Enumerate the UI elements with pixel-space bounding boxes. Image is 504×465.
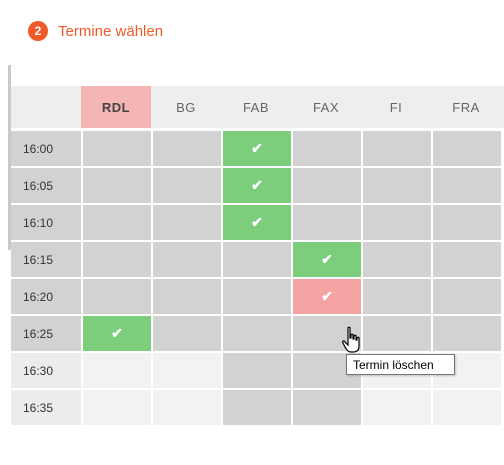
slot-available-fab[interactable] (223, 353, 291, 388)
slot-unavailable-fi (363, 390, 431, 425)
slot-available-fi[interactable] (363, 279, 431, 314)
time-row: 16:25 ✔ (11, 316, 504, 351)
hand-cursor-icon (342, 326, 360, 353)
slot-available-bg[interactable] (153, 279, 221, 314)
column-header-bg[interactable]: BG (151, 86, 221, 128)
slot-available-fi[interactable] (363, 168, 431, 203)
slot-available-fra[interactable] (433, 279, 501, 314)
slot-unavailable-bg (153, 390, 221, 425)
time-row: 16:05 ✔ (11, 168, 504, 203)
time-label: 16:30 (11, 353, 81, 388)
slot-available-fra[interactable] (433, 205, 501, 240)
slot-available-fra[interactable] (433, 131, 501, 166)
step-number-badge: 2 (28, 21, 48, 41)
slot-booked-fab[interactable]: ✔ (223, 205, 291, 240)
slot-unavailable-fra (433, 390, 501, 425)
time-column-header (11, 86, 81, 128)
slot-unavailable-rdl (83, 390, 151, 425)
column-header-fra[interactable]: FRA (431, 86, 501, 128)
slot-available-fi[interactable] (363, 316, 431, 351)
time-row: 16:00 ✔ (11, 131, 504, 166)
slot-available-fab[interactable] (223, 279, 291, 314)
time-label: 16:20 (11, 279, 81, 314)
slot-available-fi[interactable] (363, 242, 431, 277)
slot-unavailable-rdl (83, 353, 151, 388)
slot-available-bg[interactable] (153, 131, 221, 166)
slot-available-rdl[interactable] (83, 131, 151, 166)
time-row: 16:15 ✔ (11, 242, 504, 277)
slot-available-fi[interactable] (363, 205, 431, 240)
column-header-fi[interactable]: FI (361, 86, 431, 128)
slot-available-fab[interactable] (223, 390, 291, 425)
time-row: 16:20 ✔ (11, 279, 504, 314)
slot-unavailable-bg (153, 353, 221, 388)
step-title: Termine wählen (58, 22, 164, 40)
slot-available-fax[interactable] (293, 205, 361, 240)
time-row: 16:10 ✔ (11, 205, 504, 240)
time-label: 16:10 (11, 205, 81, 240)
slot-available-fax[interactable] (293, 131, 361, 166)
column-header-row: RDL BG FAB FAX FI FRA (11, 86, 504, 128)
time-label: 16:35 (11, 390, 81, 425)
slot-available-rdl[interactable] (83, 242, 151, 277)
slot-available-fra[interactable] (433, 168, 501, 203)
step-header: 2 Termine wählen (28, 19, 163, 43)
column-header-fab[interactable]: FAB (221, 86, 291, 128)
slot-booked-rdl[interactable]: ✔ (83, 316, 151, 351)
column-header-fax[interactable]: FAX (291, 86, 361, 128)
time-label: 16:25 (11, 316, 81, 351)
slot-available-fax[interactable] (293, 168, 361, 203)
slot-available-bg[interactable] (153, 316, 221, 351)
delete-tooltip: Termin löschen (346, 354, 455, 375)
slot-delete-hover-fax[interactable]: ✔ (293, 279, 361, 314)
slot-available-bg[interactable] (153, 242, 221, 277)
slot-booked-fax[interactable]: ✔ (293, 242, 361, 277)
slot-booked-fab[interactable]: ✔ (223, 168, 291, 203)
slot-available-fra[interactable] (433, 242, 501, 277)
slot-available-rdl[interactable] (83, 279, 151, 314)
slot-available-rdl[interactable] (83, 205, 151, 240)
slot-booked-fab[interactable]: ✔ (223, 131, 291, 166)
time-label: 16:15 (11, 242, 81, 277)
time-label: 16:05 (11, 168, 81, 203)
column-header-rdl[interactable]: RDL (81, 86, 151, 128)
slot-available-bg[interactable] (153, 168, 221, 203)
slot-available-rdl[interactable] (83, 168, 151, 203)
slot-available-fab[interactable] (223, 242, 291, 277)
time-row: 16:35 (11, 390, 504, 425)
slot-available-fra[interactable] (433, 316, 501, 351)
time-label: 16:00 (11, 131, 81, 166)
slot-available-fax[interactable] (293, 390, 361, 425)
slot-available-fi[interactable] (363, 131, 431, 166)
slot-available-bg[interactable] (153, 205, 221, 240)
slot-available-fab[interactable] (223, 316, 291, 351)
